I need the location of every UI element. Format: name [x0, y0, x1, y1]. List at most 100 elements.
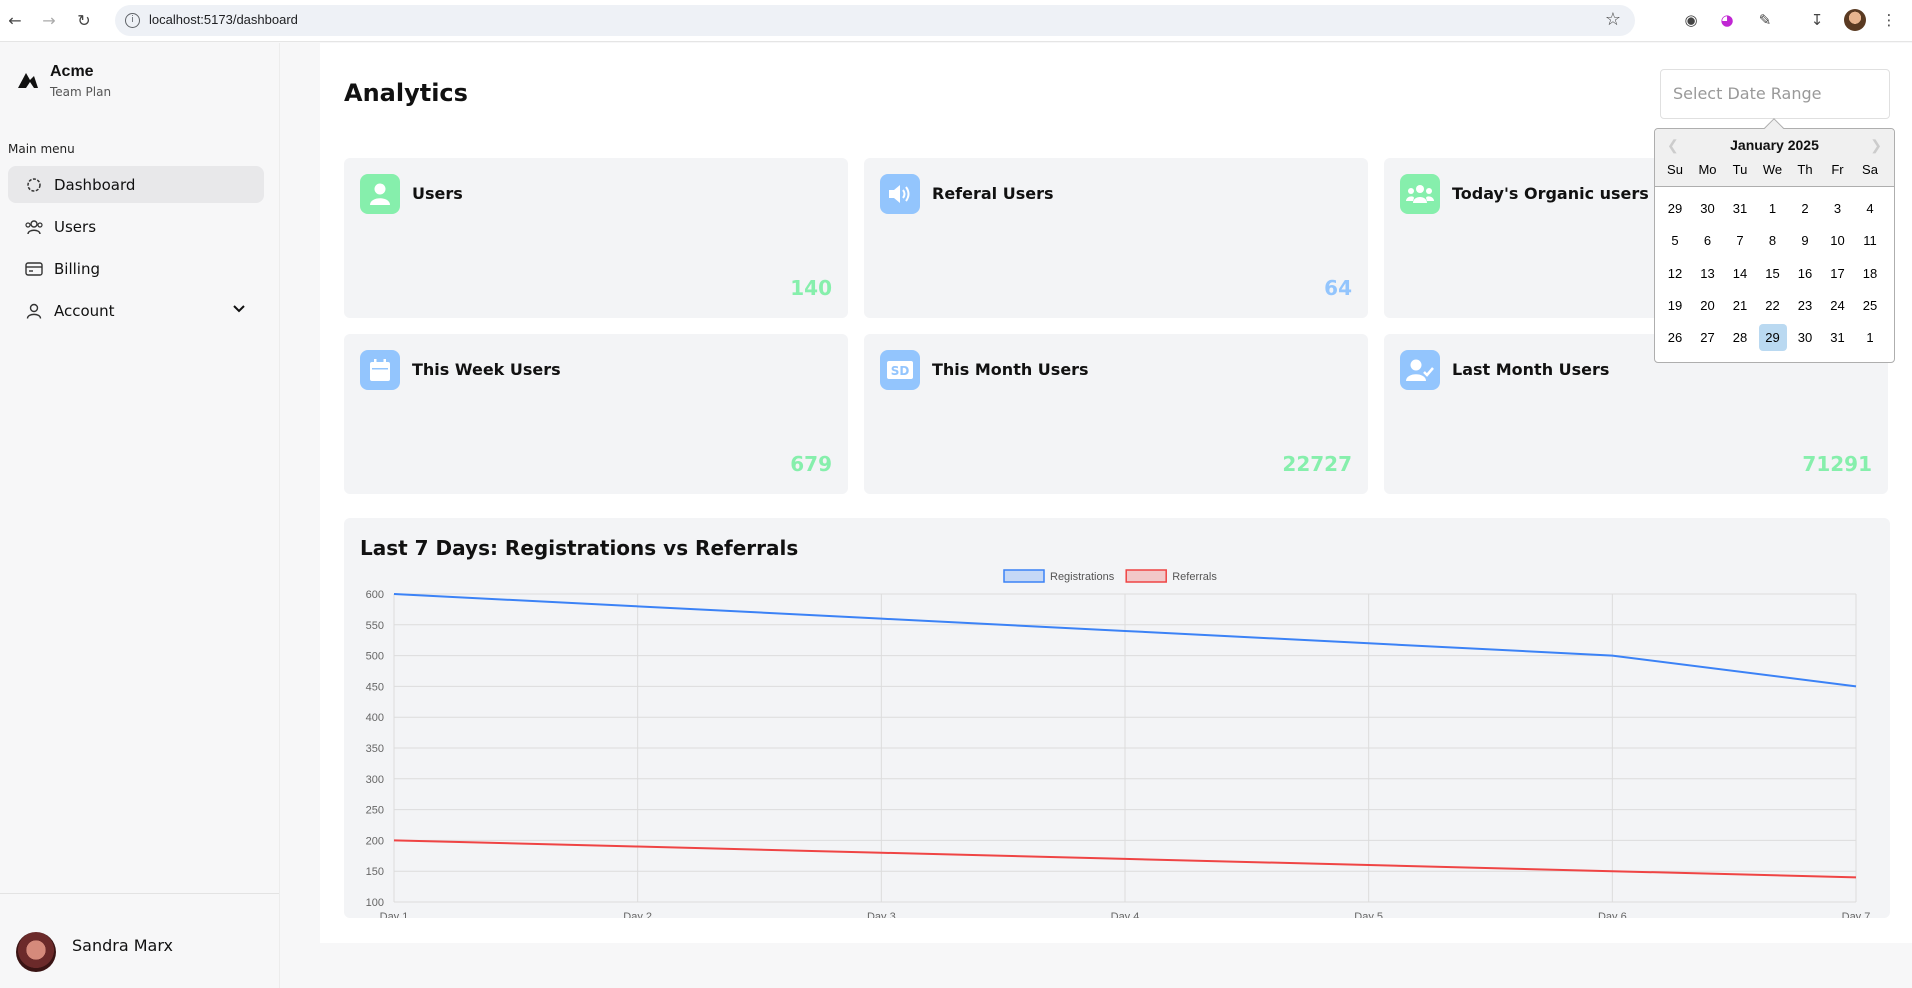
speaker-icon: [880, 174, 920, 214]
card-value: 679: [790, 452, 832, 476]
y-tick-label: 600: [366, 589, 384, 601]
calendar-day[interactable]: 6: [1694, 227, 1722, 254]
card-title: Last Month Users: [1452, 360, 1610, 379]
color-picker-icon[interactable]: ◕: [1716, 9, 1738, 31]
calendar-day[interactable]: 4: [1856, 195, 1884, 222]
camera-icon[interactable]: ◉: [1680, 9, 1702, 31]
calendar-day[interactable]: 31: [1726, 195, 1754, 222]
next-month-icon[interactable]: ❯: [1870, 137, 1882, 154]
calendar-icon: [360, 350, 400, 390]
calendar-day[interactable]: 15: [1759, 260, 1787, 287]
x-tick-label: Day 4: [1111, 911, 1140, 918]
more-menu-icon[interactable]: ⋮: [1878, 9, 1900, 31]
calendar-day[interactable]: 27: [1694, 324, 1722, 351]
calendar-day[interactable]: 14: [1726, 260, 1754, 287]
back-icon[interactable]: ←: [3, 9, 27, 33]
sidebar-item-label: Dashboard: [54, 175, 136, 194]
date-picker-popup: ❮ January 2025 ❯ Su Mo Tu We Th Fr Sa 29 30 31 1 2 3…: [1654, 118, 1895, 363]
svg-text:SD: SD: [891, 364, 910, 378]
calendar-day[interactable]: 11: [1856, 227, 1884, 254]
profile-avatar[interactable]: [1844, 9, 1866, 31]
site-info-icon[interactable]: i: [125, 13, 140, 28]
calendar-day[interactable]: 17: [1824, 260, 1852, 287]
calendar-dow: Mo: [1698, 162, 1717, 177]
calendar-month: January 2025: [1730, 137, 1819, 153]
line-chart: 600 550 500 450 400 350 300 250 200 150 100 Day 1 Da…: [366, 569, 1871, 918]
calendar-day[interactable]: 23: [1791, 292, 1819, 319]
download-icon[interactable]: ↧: [1806, 9, 1828, 31]
brand-name: Acme: [50, 63, 94, 80]
calendar-day[interactable]: 25: [1856, 292, 1884, 319]
calendar-day[interactable]: 10: [1824, 227, 1852, 254]
user-check-icon: [1400, 350, 1440, 390]
calendar-day[interactable]: 29: [1661, 195, 1689, 222]
x-tick-label: Day 2: [623, 911, 652, 918]
account-icon: [24, 301, 44, 321]
calendar-day[interactable]: 18: [1856, 260, 1884, 287]
calendar-day[interactable]: 20: [1694, 292, 1722, 319]
y-tick-label: 100: [366, 897, 384, 909]
chevron-down-icon[interactable]: [232, 302, 246, 316]
x-tick-label: Day 6: [1598, 911, 1627, 918]
calendar-day[interactable]: 13: [1694, 260, 1722, 287]
calendar-day[interactable]: 26: [1661, 324, 1689, 351]
calendar-day[interactable]: 1: [1856, 324, 1884, 351]
y-tick-label: 350: [366, 743, 384, 755]
calendar-day[interactable]: 16: [1791, 260, 1819, 287]
card-title: Today's Organic users: [1452, 184, 1649, 203]
calendar-day[interactable]: 1: [1759, 195, 1787, 222]
calendar-day[interactable]: 2: [1791, 195, 1819, 222]
extensions-icon[interactable]: ✎: [1754, 9, 1776, 31]
page-title: Analytics: [344, 79, 468, 107]
calendar-day[interactable]: 5: [1661, 227, 1689, 254]
stat-card-users: Users 140: [344, 158, 848, 318]
y-tick-label: 250: [366, 805, 384, 817]
calendar-day[interactable]: 19: [1661, 292, 1689, 319]
calendar-day[interactable]: 24: [1824, 292, 1852, 319]
sidebar-item-account[interactable]: Account: [8, 292, 264, 329]
avatar[interactable]: [16, 932, 56, 972]
calendar-day[interactable]: 3: [1824, 195, 1852, 222]
calendar-day[interactable]: 29: [1758, 324, 1787, 352]
sidebar-item-dashboard[interactable]: Dashboard: [8, 166, 264, 203]
x-tick-label: Day 1: [380, 911, 409, 918]
sidebar-divider: [0, 893, 279, 894]
browser-toolbar: ← → ↻ i localhost:5173/dashboard ☆ ◉ ◕ ✎…: [0, 0, 1912, 42]
card-value: 71291: [1802, 452, 1872, 476]
card-value: 64: [1324, 276, 1352, 300]
calendar-day[interactable]: 30: [1791, 324, 1819, 351]
calendar-day[interactable]: 7: [1726, 227, 1754, 254]
y-tick-label: 400: [366, 712, 384, 724]
forward-icon[interactable]: →: [37, 9, 61, 33]
x-tick-label: Day 7: [1842, 911, 1871, 918]
bookmark-star-icon[interactable]: ☆: [1605, 9, 1621, 30]
calendar-day[interactable]: 31: [1824, 324, 1852, 351]
calendar-day[interactable]: 22: [1759, 292, 1787, 319]
card-title: Referal Users: [932, 184, 1054, 203]
calendar-dow: Th: [1797, 162, 1813, 177]
x-tick-label: Day 5: [1354, 911, 1383, 918]
y-tick-label: 300: [366, 774, 384, 786]
stat-card-referal-users: Referal Users 64: [864, 158, 1368, 318]
sidebar-item-label: Users: [54, 217, 97, 236]
calendar-day[interactable]: 28: [1726, 324, 1754, 351]
date-range-input[interactable]: Select Date Range: [1660, 69, 1890, 119]
calendar-day[interactable]: 12: [1661, 260, 1689, 287]
calendar-day[interactable]: 21: [1726, 292, 1754, 319]
card-value: 140: [790, 276, 832, 300]
card-title: This Month Users: [932, 360, 1089, 379]
calendar-day[interactable]: 8: [1759, 227, 1787, 254]
reload-icon[interactable]: ↻: [72, 9, 96, 33]
menu-label: Main menu: [8, 142, 75, 156]
calendar-dow: Su: [1667, 162, 1683, 177]
calendar-header: ❮ January 2025 ❯: [1655, 129, 1894, 187]
y-tick-label: 550: [366, 620, 384, 632]
sidebar-item-users[interactable]: Users: [8, 208, 264, 245]
x-tick-label: Day 3: [867, 911, 896, 918]
sidebar-item-billing[interactable]: Billing: [8, 250, 264, 287]
card-title: Users: [412, 184, 463, 203]
address-bar[interactable]: i localhost:5173/dashboard ☆: [115, 5, 1635, 36]
calendar-day[interactable]: 9: [1791, 227, 1819, 254]
card-title: This Week Users: [412, 360, 561, 379]
calendar-day[interactable]: 30: [1694, 195, 1722, 222]
